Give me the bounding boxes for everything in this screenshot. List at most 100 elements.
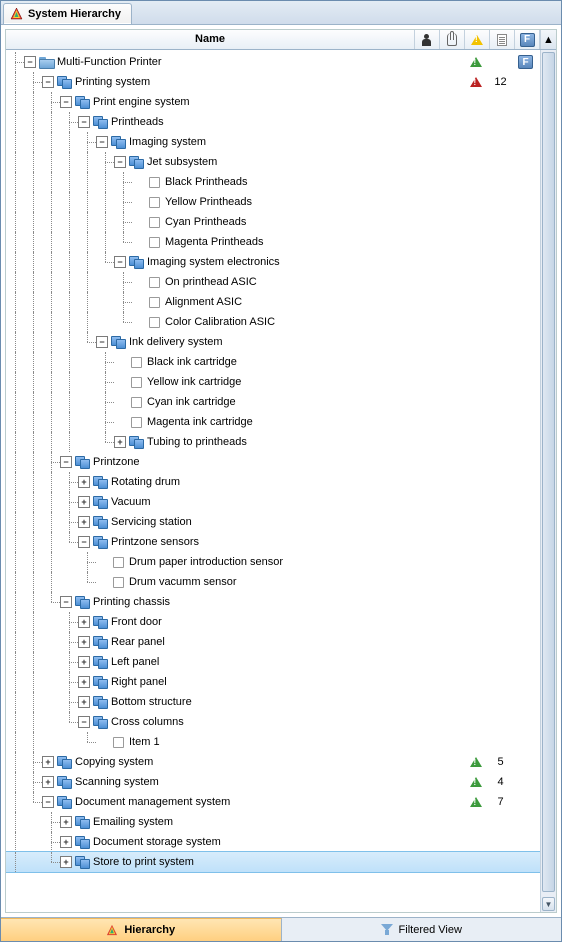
collapse-button[interactable]: − bbox=[114, 256, 126, 268]
subsystem-icon bbox=[111, 336, 125, 348]
tree-row[interactable]: Cyan ink cartridge bbox=[6, 392, 540, 412]
expand-button[interactable]: + bbox=[60, 816, 72, 828]
collapse-button[interactable]: − bbox=[78, 536, 90, 548]
tree-row[interactable]: −Printheads bbox=[6, 112, 540, 132]
collapse-button[interactable]: − bbox=[60, 456, 72, 468]
tree-row[interactable]: Black ink cartridge bbox=[6, 352, 540, 372]
tree-row[interactable]: Cyan Printheads bbox=[6, 212, 540, 232]
collapse-button[interactable]: − bbox=[78, 116, 90, 128]
collapse-button[interactable]: − bbox=[78, 716, 90, 728]
bottom-tab-hierarchy-label: Hierarchy bbox=[124, 924, 175, 936]
column-flag[interactable]: F bbox=[515, 30, 540, 49]
columns-header: Name F ▲ bbox=[6, 30, 556, 50]
tree-row[interactable]: −Multi-Function PrinterF bbox=[6, 52, 540, 72]
tree-row[interactable]: Drum paper introduction sensor bbox=[6, 552, 540, 572]
tree-row[interactable]: −Printzone bbox=[6, 452, 540, 472]
tree-node-label: Rear panel bbox=[111, 636, 413, 648]
tree-row[interactable]: +Servicing station bbox=[6, 512, 540, 532]
column-name[interactable]: Name bbox=[6, 30, 415, 49]
bottom-tab-hierarchy[interactable]: Hierarchy bbox=[1, 918, 282, 941]
tree-row[interactable]: −Jet subsystem bbox=[6, 152, 540, 172]
tree-row[interactable]: +Right panel bbox=[6, 672, 540, 692]
count-cell: 5 bbox=[488, 756, 513, 768]
subsystem-icon bbox=[93, 616, 107, 628]
tree-row[interactable]: +Emailing system bbox=[6, 812, 540, 832]
expand-button[interactable]: + bbox=[78, 476, 90, 488]
tree-row[interactable]: Drum vacumm sensor bbox=[6, 572, 540, 592]
expand-button[interactable]: + bbox=[60, 856, 72, 868]
tree-row[interactable]: −Printing system12 bbox=[6, 72, 540, 92]
collapse-button[interactable]: − bbox=[42, 76, 54, 88]
tree-row[interactable]: −Print engine system bbox=[6, 92, 540, 112]
tree-row[interactable]: Yellow Printheads bbox=[6, 192, 540, 212]
tree-row[interactable]: +Rotating drum bbox=[6, 472, 540, 492]
collapse-button[interactable]: − bbox=[24, 56, 36, 68]
expand-button[interactable]: + bbox=[78, 676, 90, 688]
tree-node-label: Drum paper introduction sensor bbox=[129, 556, 413, 568]
tree-row[interactable]: −Printzone sensors bbox=[6, 532, 540, 552]
scroll-down-button[interactable]: ▼ bbox=[542, 897, 555, 911]
tree-row[interactable]: Item 1 bbox=[6, 732, 540, 752]
collapse-button[interactable]: − bbox=[114, 156, 126, 168]
tree-row[interactable]: Color Calibration ASIC bbox=[6, 312, 540, 332]
subsystem-icon bbox=[75, 836, 89, 848]
expand-button[interactable]: + bbox=[114, 436, 126, 448]
expand-button[interactable]: + bbox=[78, 616, 90, 628]
tree-row[interactable]: +Bottom structure bbox=[6, 692, 540, 712]
expand-button[interactable]: + bbox=[78, 636, 90, 648]
collapse-button[interactable]: − bbox=[42, 796, 54, 808]
vertical-scrollbar[interactable]: ▼ bbox=[540, 50, 556, 912]
tree-row[interactable]: −Cross columns bbox=[6, 712, 540, 732]
tree-node-label: Scanning system bbox=[75, 776, 413, 788]
tree-row[interactable]: +Tubing to printheads bbox=[6, 432, 540, 452]
item-icon bbox=[147, 236, 161, 248]
tree-row[interactable]: −Printing chassis bbox=[6, 592, 540, 612]
tree-row[interactable]: −Document management system7 bbox=[6, 792, 540, 812]
tree-row[interactable]: +Store to print system bbox=[6, 852, 540, 872]
expand-button[interactable]: + bbox=[78, 496, 90, 508]
expand-button[interactable]: + bbox=[42, 756, 54, 768]
expand-button[interactable]: + bbox=[42, 776, 54, 788]
expand-button[interactable]: + bbox=[60, 836, 72, 848]
scroll-up-button[interactable]: ▲ bbox=[540, 30, 556, 49]
tree-row[interactable]: Magenta ink cartridge bbox=[6, 412, 540, 432]
tree-node-label: Drum vacumm sensor bbox=[129, 576, 413, 588]
bottom-tab-filtered[interactable]: Filtered View bbox=[282, 918, 562, 941]
expand-button[interactable]: + bbox=[78, 656, 90, 668]
item-icon bbox=[147, 296, 161, 308]
count-cell: 12 bbox=[488, 76, 513, 88]
app-logo-icon bbox=[10, 7, 23, 20]
tree-row[interactable]: −Imaging system bbox=[6, 132, 540, 152]
subsystem-icon bbox=[93, 516, 107, 528]
tab-system-hierarchy[interactable]: System Hierarchy bbox=[3, 3, 132, 24]
tree-row[interactable]: Alignment ASIC bbox=[6, 292, 540, 312]
column-owner[interactable] bbox=[415, 30, 440, 49]
expand-button[interactable]: + bbox=[78, 696, 90, 708]
tree-area[interactable]: −Multi-Function PrinterF−Printing system… bbox=[6, 50, 540, 912]
subsystem-icon bbox=[57, 76, 71, 88]
column-doc[interactable] bbox=[490, 30, 515, 49]
tree-row[interactable]: Magenta Printheads bbox=[6, 232, 540, 252]
tree-row[interactable]: +Copying system5 bbox=[6, 752, 540, 772]
scrollbar-thumb[interactable] bbox=[542, 52, 555, 892]
collapse-button[interactable]: − bbox=[96, 336, 108, 348]
collapse-button[interactable]: − bbox=[60, 596, 72, 608]
tree-row[interactable]: + Document storage system bbox=[6, 832, 540, 852]
folder-icon bbox=[39, 56, 53, 68]
tree-row[interactable]: +Front door bbox=[6, 612, 540, 632]
column-attachment[interactable] bbox=[440, 30, 465, 49]
tree-row[interactable]: −Ink delivery system bbox=[6, 332, 540, 352]
tree-row[interactable]: Black Printheads bbox=[6, 172, 540, 192]
tree-row[interactable]: +Left panel bbox=[6, 652, 540, 672]
tree-node-label: Document storage system bbox=[93, 836, 413, 848]
column-warning[interactable] bbox=[465, 30, 490, 49]
tree-row[interactable]: Yellow ink cartridge bbox=[6, 372, 540, 392]
tree-row[interactable]: On printhead ASIC bbox=[6, 272, 540, 292]
tree-row[interactable]: −Imaging system electronics bbox=[6, 252, 540, 272]
expand-button[interactable]: + bbox=[78, 516, 90, 528]
tree-row[interactable]: +Vacuum bbox=[6, 492, 540, 512]
tree-row[interactable]: + Rear panel bbox=[6, 632, 540, 652]
collapse-button[interactable]: − bbox=[60, 96, 72, 108]
collapse-button[interactable]: − bbox=[96, 136, 108, 148]
tree-row[interactable]: +Scanning system4 bbox=[6, 772, 540, 792]
